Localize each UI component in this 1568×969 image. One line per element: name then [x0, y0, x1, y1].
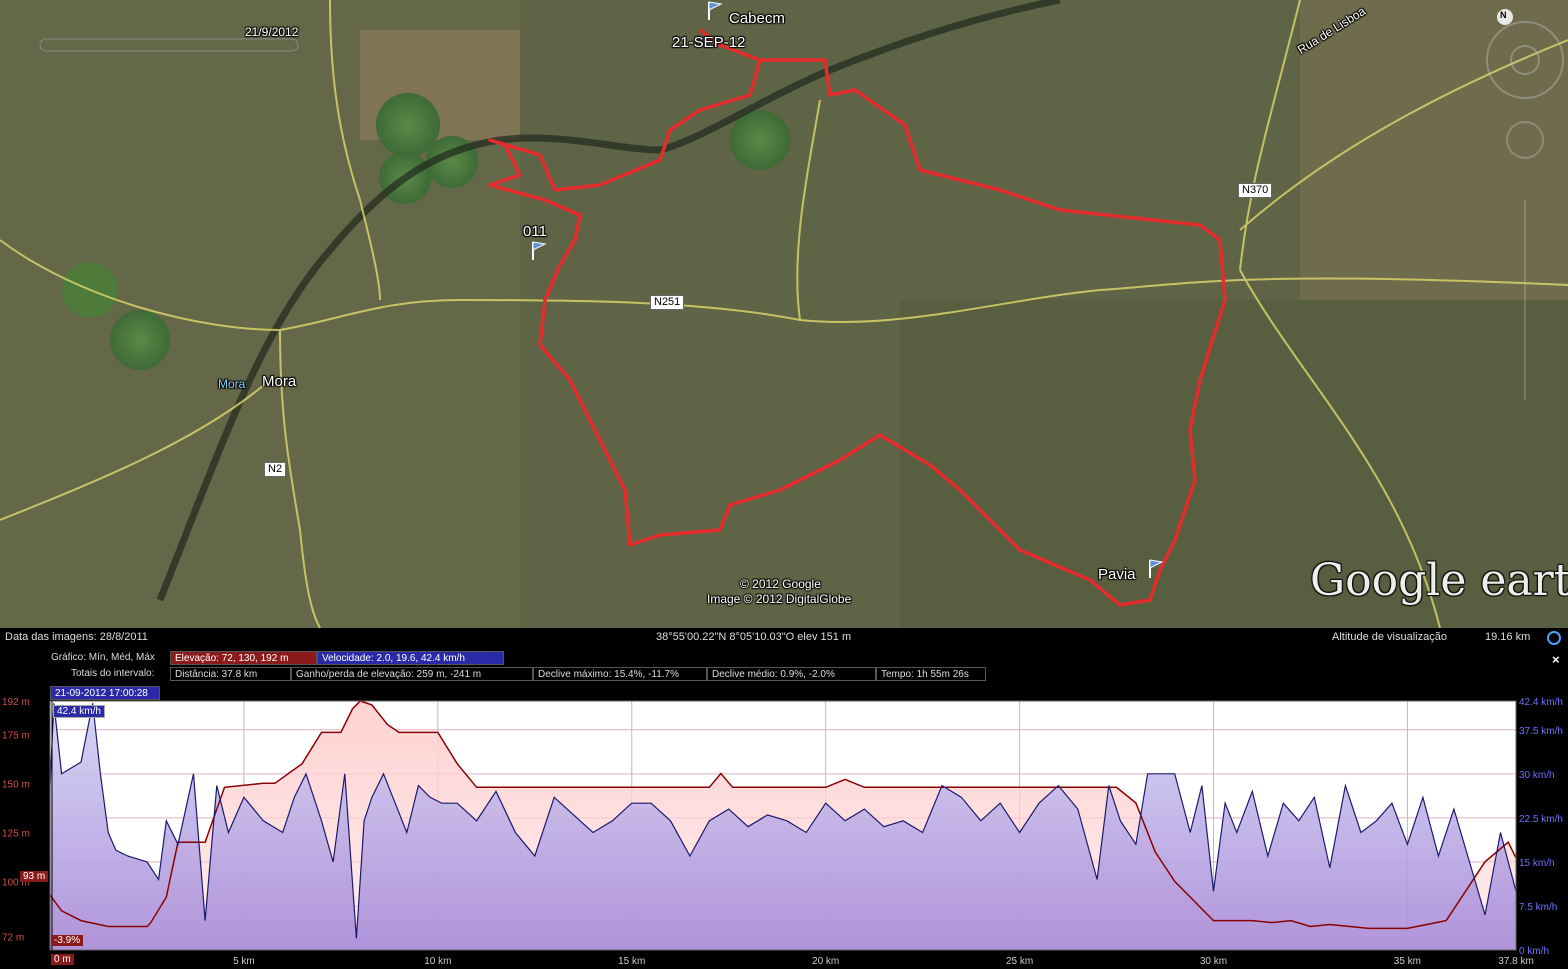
placemark-pavia[interactable]: Pavia: [1098, 566, 1136, 583]
copyright-digitalglobe: Image © 2012 DigitalGlobe: [707, 592, 852, 606]
imagery-date: Data das imagens: 28/8/2011: [5, 631, 148, 643]
elevation-speed-chart[interactable]: 5 km 10 km 15 km 20 km 25 km 30 km 35 km 37.8 k…: [0, 648, 1568, 969]
y-right-tick-label: 37.5 km/h: [1519, 726, 1563, 737]
map-view[interactable]: 21/9/2012 N Cabecm 21-SEP-12 011 Pavia M…: [0, 0, 1568, 628]
placemark-cabecm[interactable]: Cabecm: [729, 10, 785, 27]
time-slider-date: 21/9/2012: [245, 25, 299, 39]
road-n370: N370: [1238, 183, 1273, 198]
y-left-tick-label: 125 m: [2, 828, 30, 839]
x-tick-label: 37.8 km: [1498, 956, 1534, 967]
y-left-tick-label: 175 m: [2, 730, 30, 741]
cursor-distance: 0 m: [51, 954, 74, 965]
y-right-tick-label: 7.5 km/h: [1519, 902, 1557, 913]
compass-north-label: N: [1500, 10, 1507, 20]
placemark-011[interactable]: 011: [523, 223, 547, 240]
y-left-tick-label: 192 m: [2, 697, 30, 708]
x-tick-label: 35 km: [1394, 956, 1421, 967]
road-n2: N2: [264, 462, 287, 477]
flag-icon[interactable]: [707, 0, 723, 20]
y-right-tick-label: 42.4 km/h: [1519, 697, 1563, 708]
x-tick-label: 25 km: [1006, 956, 1033, 967]
y-right-tick-label: 0 km/h: [1519, 946, 1549, 957]
y-right-tick-label: 30 km/h: [1519, 770, 1555, 781]
y-right-tick-label: 15 km/h: [1519, 858, 1555, 869]
place-mora-small: Mora: [218, 377, 246, 391]
placemark-cabecm-date: 21-SEP-12: [672, 34, 746, 51]
view-altitude-value: 19.16 km: [1485, 631, 1531, 643]
copyright-google: © 2012 Google: [740, 577, 821, 591]
cursor-slope: -3.9%: [51, 935, 84, 946]
road-n251: N251: [650, 295, 685, 310]
x-tick-label: 30 km: [1200, 956, 1227, 967]
streaming-icon: [1547, 631, 1561, 645]
place-mora: Mora: [262, 373, 297, 390]
view-altitude-label: Altitude de visualização: [1332, 631, 1447, 643]
satellite-imagery: [0, 0, 1568, 628]
y-right-tick-label: 22.5 km/h: [1519, 814, 1563, 825]
cursor-speed: 42.4 km/h: [53, 705, 105, 718]
y-left-tick-label: 72 m: [2, 932, 24, 943]
cursor-elevation: 93 m: [20, 871, 49, 882]
google-earth-logo: Google earth: [1310, 555, 1568, 606]
x-tick-label: 20 km: [812, 956, 839, 967]
x-tick-label: 15 km: [618, 956, 645, 967]
x-tick-label: 5 km: [233, 956, 255, 967]
y-left-tick-label: 150 m: [2, 779, 30, 790]
cursor-coordinates: 38°55'00.22"N 8°05'10.03"O elev 151 m: [656, 631, 852, 643]
status-bar: Data das imagens: 28/8/2011 38°55'00.22"…: [0, 628, 1568, 648]
flag-icon[interactable]: [531, 240, 547, 260]
x-tick-label: 10 km: [424, 956, 451, 967]
flag-icon[interactable]: [1148, 558, 1164, 578]
